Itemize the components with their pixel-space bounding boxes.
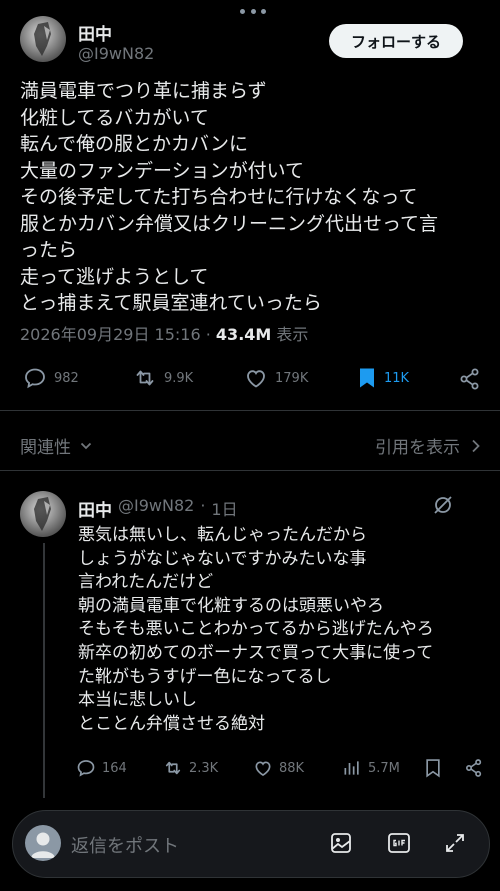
- reply-author-avatar[interactable]: [20, 491, 66, 537]
- views-count: 43.4M: [215, 325, 272, 344]
- reply-header: 田中 @I9wN82 · 1日: [78, 496, 238, 521]
- like-count: 179K: [275, 370, 309, 386]
- author-avatar[interactable]: [20, 16, 66, 62]
- reply-separator: ·: [200, 496, 206, 515]
- author-name[interactable]: 田中: [78, 20, 112, 45]
- tweet-line: 転んで俺の服とかカバンに: [20, 133, 249, 155]
- tweet-line: とっ捕まえて駅員室連れていったら: [20, 292, 322, 314]
- reply-share-button[interactable]: [464, 758, 484, 778]
- sort-dropdown[interactable]: 関連性: [20, 433, 93, 458]
- reply-like-button[interactable]: 88K: [253, 758, 304, 778]
- user-avatar[interactable]: [25, 825, 61, 861]
- tweet-timestamp[interactable]: 2026年09月29日 15:16: [20, 325, 201, 344]
- reply-line: とことん弁償させる絶対: [78, 713, 265, 734]
- meta-separator: ·: [205, 325, 211, 344]
- thread-line: [43, 543, 45, 798]
- reply-views-button[interactable]: 5.7M: [342, 758, 400, 778]
- like-icon: [255, 761, 271, 777]
- views-icon: [344, 761, 359, 775]
- retweet-count: 9.9K: [164, 370, 194, 386]
- tweet-line: 化粧してるバカがいて: [20, 106, 209, 129]
- reply-line: そもそも悪いことわかってるから逃げたんやろ: [78, 619, 434, 640]
- tweet-line: その後予定してた打ち合わせに行けなくなって: [20, 186, 418, 208]
- reply-time[interactable]: 1日: [211, 496, 237, 521]
- reply-author-name[interactable]: 田中: [78, 496, 112, 521]
- follow-button[interactable]: フォローする: [329, 24, 463, 58]
- tweet-line: 満員電車でつり革に捕まらず: [20, 80, 267, 102]
- reply-icon: [77, 760, 95, 777]
- reply-author-handle[interactable]: @I9wN82: [118, 496, 194, 521]
- sort-label: 関連性: [20, 438, 71, 458]
- image-icon[interactable]: [329, 831, 353, 859]
- bookmark-icon: [360, 368, 374, 388]
- reply-retweet-button[interactable]: 2.3K: [163, 758, 218, 778]
- reply-line: 悪気は無いし、転んじゃったんだから: [78, 525, 367, 545]
- tweet-text: 満員電車でつり革に捕まらず 化粧してるバカがいて 転んで俺の服とかカバンに 大量…: [20, 78, 490, 317]
- grok-icon[interactable]: [432, 494, 454, 520]
- retweet-button[interactable]: 9.9K: [132, 366, 193, 390]
- reply-line: 朝の満員電車で化粧するのは頭悪いやろ: [78, 595, 384, 616]
- reply-text: 悪気は無いし、転んじゃったんだから しょうがなじゃないですかみたいな事 言われた…: [78, 524, 493, 736]
- view-quotes-link[interactable]: 引用を表示: [375, 433, 482, 458]
- bookmark-icon: [426, 759, 440, 778]
- tweet-line: 走って逃げようとして: [20, 265, 209, 288]
- reply-like-count: 88K: [279, 760, 305, 776]
- reply-button[interactable]: 982: [22, 366, 79, 390]
- reply-line: た靴がもうすげー色になってるし: [78, 666, 332, 687]
- tweet-line: 大量のファンデーションが付いて: [20, 159, 305, 182]
- quotes-label: 引用を表示: [375, 438, 460, 458]
- reply-line: 言われたんだけど: [78, 572, 214, 593]
- views-label: 表示: [276, 325, 309, 344]
- expand-icon[interactable]: [443, 831, 467, 859]
- like-icon: [247, 370, 265, 388]
- gif-icon[interactable]: [387, 831, 411, 859]
- share-icon: [460, 368, 479, 390]
- retweet-icon: [136, 370, 154, 386]
- chevron-down-icon: [80, 442, 92, 449]
- bookmark-button[interactable]: 11K: [356, 366, 409, 390]
- reply-icon: [25, 368, 45, 389]
- reply-reply-count: 164: [102, 760, 127, 776]
- reply-views-count: 5.7M: [368, 760, 400, 776]
- reply-line: 新卒の初めてのボーナスで買って大事に使って: [78, 642, 434, 663]
- retweet-icon: [165, 761, 181, 775]
- more-icon[interactable]: [240, 6, 266, 16]
- reply-input[interactable]: 返信をポスト: [71, 832, 179, 858]
- tweet-line: 服とかカバン弁償又はクリーニング代出せって言: [20, 212, 439, 235]
- tweet-line: ったら: [20, 239, 78, 261]
- share-icon: [466, 759, 482, 777]
- reply-bookmark-button[interactable]: [424, 758, 442, 778]
- reply-compose-bar[interactable]: 返信をポスト: [12, 810, 490, 878]
- reply-count: 982: [54, 370, 79, 386]
- reply-line: 本当に悲しいし: [78, 690, 197, 711]
- reply-retweet-count: 2.3K: [189, 760, 219, 776]
- reply-reply-button[interactable]: 164: [76, 758, 127, 778]
- author-handle[interactable]: @I9wN82: [78, 44, 154, 63]
- bookmark-count: 11K: [384, 370, 410, 386]
- reply-line: しょうがなじゃないですかみたいな事: [78, 548, 367, 569]
- divider: [0, 470, 500, 471]
- chevron-right-icon: [472, 439, 480, 452]
- share-button[interactable]: [458, 366, 482, 392]
- like-button[interactable]: 179K: [243, 366, 308, 390]
- divider: [0, 410, 500, 411]
- tweet-meta: 2026年09月29日 15:16 · 43.4M 表示: [20, 321, 308, 345]
